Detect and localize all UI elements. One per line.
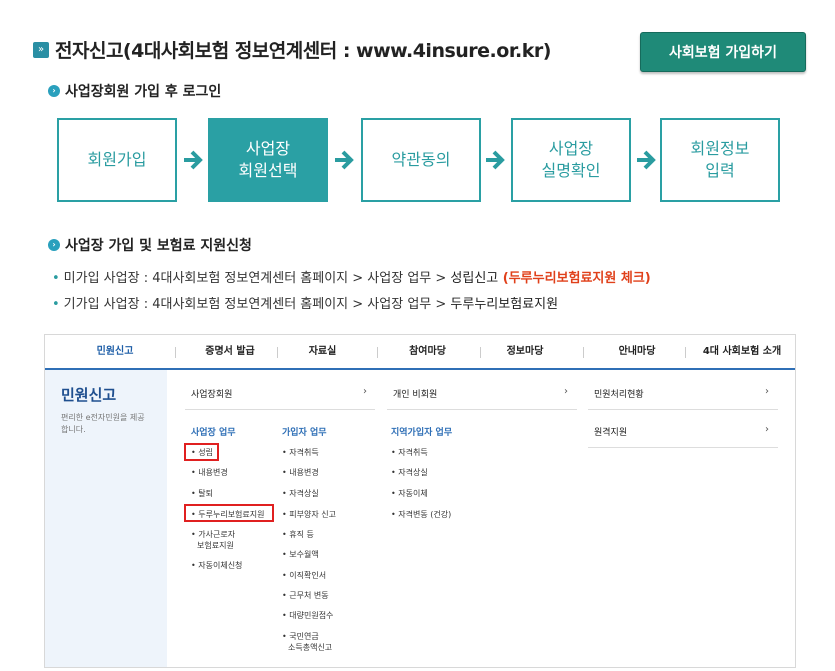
chevron-right-icon: ›: [564, 386, 568, 397]
menu-item[interactable]: • 내용변경: [191, 467, 228, 478]
menu-item[interactable]: • 국민연금: [282, 631, 319, 642]
section-title-apply: › 사업장 가입 및 보험료 지원신청: [48, 235, 252, 255]
arrow-right-icon: [486, 150, 505, 170]
section-title-login: › 사업장회원 가입 후 로그인: [48, 81, 221, 101]
menu-personal-nonmember[interactable]: 개인 비회원: [393, 387, 437, 400]
join-social-insurance-button[interactable]: 사회보험 가입하기: [640, 32, 806, 72]
menu-item-sub[interactable]: 소득총액신고: [288, 642, 332, 653]
page-header: » 전자신고(4대사회보험 정보연계센터 : www.4insure.or.kr…: [33, 36, 551, 63]
double-chevron-icon: »: [33, 41, 49, 58]
gnb-item[interactable]: 정보마당: [485, 335, 565, 368]
site-screenshot: 민원신고 증명서 발급 자료실 참여마당 정보마당 안내마당 4대 사회보험 소…: [44, 334, 796, 668]
arrow-right-icon: [637, 150, 656, 170]
highlight-box: [184, 504, 274, 522]
menu-status[interactable]: 민원처리현황: [594, 387, 644, 400]
step-member-info: 회원정보 입력: [660, 118, 780, 202]
menu-item-sub[interactable]: 보험료지원: [197, 540, 234, 551]
chevron-right-icon: ›: [363, 386, 367, 397]
menu-business-member[interactable]: 사업장회원: [191, 387, 232, 400]
left-nav: 민원신고 편리한 e전자민원을 제공합니다.: [45, 370, 167, 667]
gnb-item[interactable]: 안내마당: [593, 335, 681, 368]
chevron-circle-icon: ›: [48, 85, 60, 97]
menu-item[interactable]: • 보수월액: [282, 549, 319, 560]
menu-item[interactable]: • 이직확인서: [282, 570, 326, 581]
gnb-item[interactable]: 증명서 발급: [185, 335, 275, 368]
menu-item[interactable]: • 근무처 변동: [282, 590, 329, 601]
col-regional-header: 지역가입자 업무: [391, 428, 453, 438]
menu-item[interactable]: • 자격취득: [282, 447, 319, 458]
highlight-box: [184, 443, 219, 461]
col-subscriber-header: 가입자 업무: [282, 428, 327, 438]
global-nav: 민원신고 증명서 발급 자료실 참여마당 정보마당 안내마당 4대 사회보험 소…: [45, 335, 795, 370]
instruction-line-new: • 미가입 사업장 : 4대사회보험 정보연계센터 홈페이지 > 사업장 업무 >…: [52, 271, 651, 286]
lnb-description: 편리한 e전자민원을 제공합니다.: [61, 413, 145, 434]
gnb-item[interactable]: 민원신고: [75, 335, 155, 368]
gnb-item[interactable]: 참여마당: [385, 335, 470, 368]
step-member-select: 사업장 회원선택: [208, 118, 328, 202]
lnb-title: 민원신고: [61, 386, 117, 404]
menu-remote-support[interactable]: 원격지원: [594, 425, 627, 438]
chevron-circle-icon: ›: [48, 239, 60, 251]
arrow-right-icon: [335, 150, 354, 170]
menu-item[interactable]: • 내용변경: [282, 467, 319, 478]
menu-item[interactable]: • 피부양자 신고: [282, 509, 336, 520]
menu-item[interactable]: • 자격상실: [391, 467, 428, 478]
step-business-verification: 사업장 실명확인: [511, 118, 631, 202]
gnb-item[interactable]: 자료실: [285, 335, 360, 368]
menu-item[interactable]: • 가사근로자: [191, 529, 235, 540]
menu-item[interactable]: • 탈퇴: [191, 488, 213, 499]
menu-item[interactable]: • 자격변동 (건강): [391, 509, 451, 520]
menu-item[interactable]: • 자격취득: [391, 447, 428, 458]
chevron-right-icon: ›: [765, 424, 769, 435]
col-business-header: 사업장 업무: [191, 428, 236, 438]
menu-item[interactable]: • 자동이체: [391, 488, 428, 499]
chevron-right-icon: ›: [765, 386, 769, 397]
arrow-right-icon: [184, 150, 203, 170]
step-signup: 회원가입: [57, 118, 177, 202]
menu-item[interactable]: • 자격상실: [282, 488, 319, 499]
step-terms-agree: 약관동의: [361, 118, 481, 202]
gnb-item[interactable]: 4대 사회보험 소개: [690, 335, 794, 368]
page-title: 전자신고(4대사회보험 정보연계센터 : www.4insure.or.kr): [55, 40, 551, 62]
menu-item[interactable]: • 자동이체신청: [191, 560, 242, 571]
menu-item[interactable]: • 휴직 등: [282, 529, 314, 540]
menu-item[interactable]: • 대량민원접수: [282, 610, 333, 621]
instruction-line-existing: • 기가입 사업장 : 4대사회보험 정보연계센터 홈페이지 > 사업장 업무 >…: [52, 297, 559, 312]
